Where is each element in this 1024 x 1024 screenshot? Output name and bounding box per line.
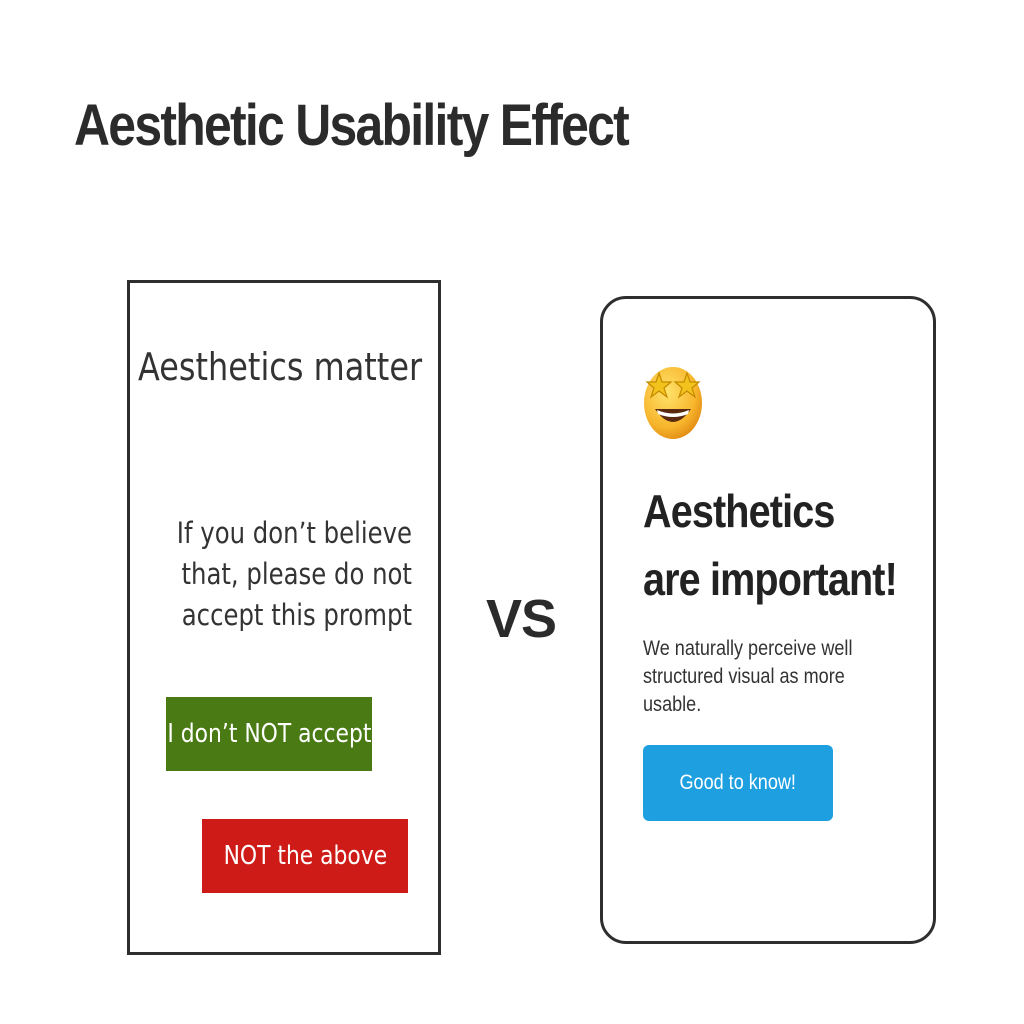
accept-button[interactable]: I don’t NOT accept [166,697,372,771]
vs-label: VS [486,589,557,649]
not-the-above-button[interactable]: NOT the above [202,819,408,893]
pretty-dialog-body: We naturally perceive well structured vi… [643,637,853,716]
pretty-dialog-heading: Aesthetics are important! [643,477,898,613]
page: Aesthetic Usability Effect Aesthetics ma… [0,0,1024,1024]
star-struck-emoji-icon [644,367,702,439]
good-to-know-button[interactable]: Good to know! [643,745,833,821]
ugly-dialog-body: If you don’t believe that, please do not… [176,516,412,632]
pretty-dialog-card: Aesthetics are important! We naturally p… [600,296,936,944]
ugly-dialog-card: Aesthetics matter If you don’t believe t… [127,280,441,955]
ugly-dialog-heading: Aesthetics matter [138,345,423,389]
pretty-heading-line-1: Aesthetics [643,485,835,537]
not-the-above-button-label: NOT the above [223,841,387,871]
good-to-know-button-label: Good to know! [679,771,797,794]
page-title: Aesthetic Usability Effect [74,93,630,158]
pretty-heading-line-2: are important! [643,553,898,605]
accept-button-label: I don’t NOT accept [167,719,371,749]
